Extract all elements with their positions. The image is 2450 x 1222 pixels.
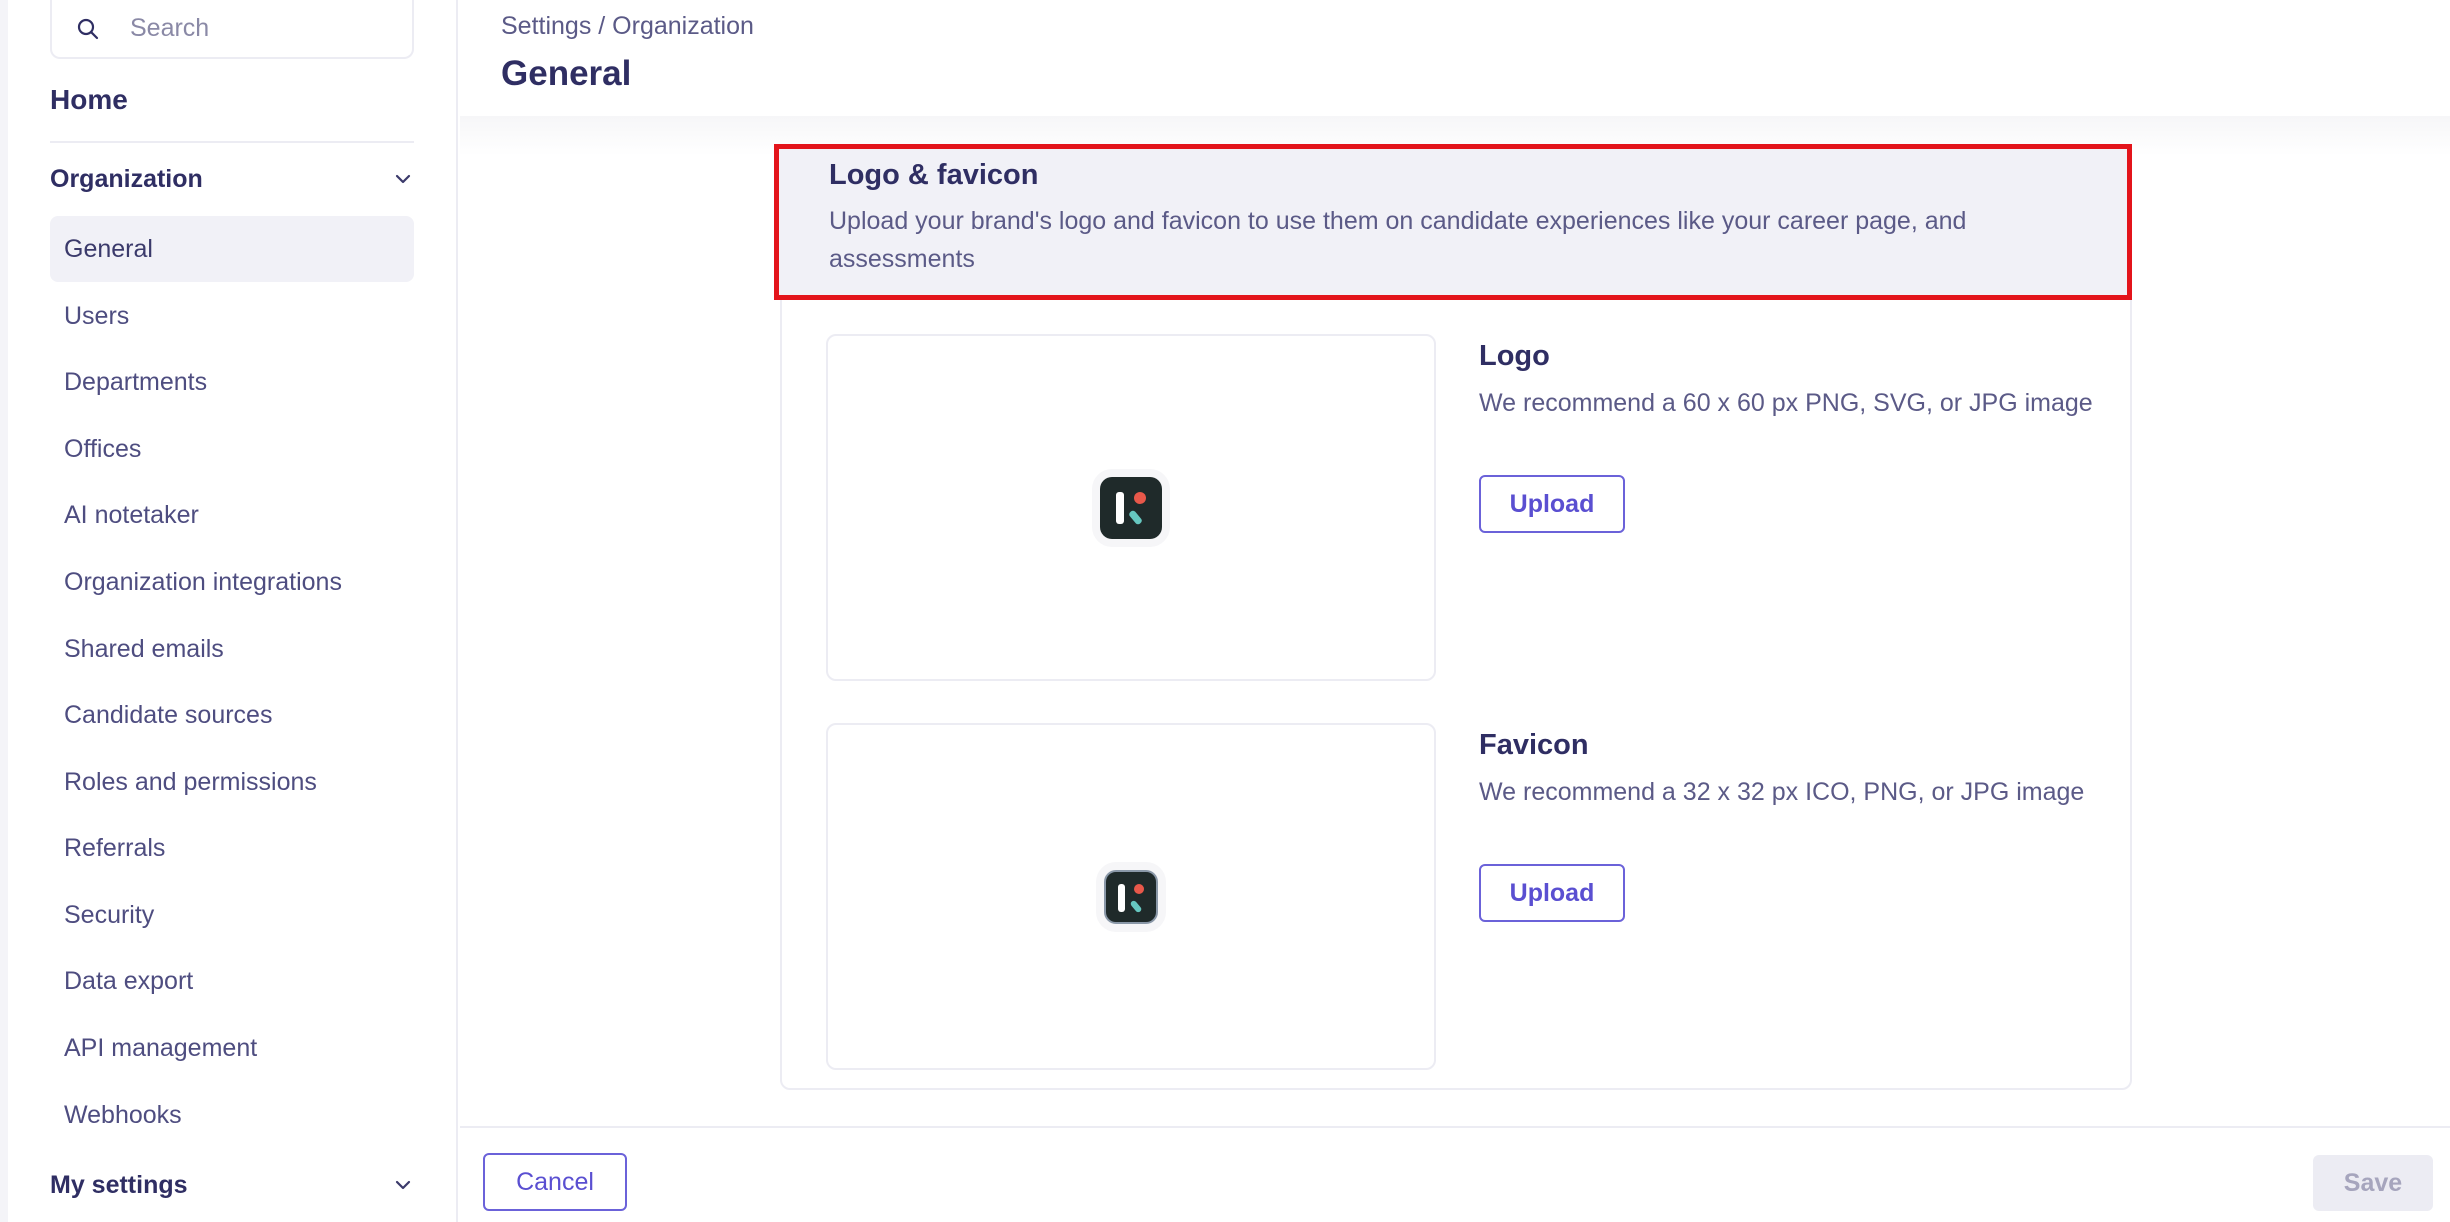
save-button[interactable]: Save: [2313, 1155, 2433, 1211]
sidebar: Home Organization General Users Departme…: [0, 0, 458, 1222]
nav-section-organization[interactable]: Organization: [50, 159, 414, 199]
divider: [50, 141, 414, 143]
sidebar-item-organization-integrations[interactable]: Organization integrations: [50, 549, 414, 615]
sidebar-item-data-export[interactable]: Data export: [50, 948, 414, 1014]
logo-description: We recommend a 60 x 60 px PNG, SVG, or J…: [1479, 389, 2093, 417]
search-box[interactable]: [50, 0, 414, 59]
nav-section-label: Organization: [50, 164, 203, 193]
cancel-button[interactable]: Cancel: [483, 1153, 627, 1211]
favicon-title: Favicon: [1479, 729, 1589, 761]
brand-logo-icon: [1100, 476, 1162, 539]
logo-upload-button[interactable]: Upload: [1479, 475, 1625, 533]
nav-section-my-settings[interactable]: My settings: [50, 1165, 414, 1205]
favicon-description: We recommend a 32 x 32 px ICO, PNG, or J…: [1479, 778, 2085, 806]
sidebar-item-referrals[interactable]: Referrals: [50, 815, 414, 881]
chevron-down-icon: [395, 1180, 411, 1190]
sidebar-item-security[interactable]: Security: [50, 882, 414, 948]
logo-preview: [826, 334, 1436, 681]
footer-bar: [460, 1126, 2450, 1222]
search-icon: [77, 18, 99, 39]
sidebar-item-webhooks[interactable]: Webhooks: [50, 1082, 414, 1148]
sidebar-item-candidate-sources[interactable]: Candidate sources: [50, 682, 414, 748]
nav-home[interactable]: Home: [50, 84, 128, 116]
sidebar-item-offices[interactable]: Offices: [50, 416, 414, 482]
search-input[interactable]: [130, 14, 390, 43]
sidebar-item-departments[interactable]: Departments: [50, 349, 414, 415]
sidebar-item-users[interactable]: Users: [50, 283, 414, 349]
logo-title: Logo: [1479, 340, 1550, 372]
nav-section-label: My settings: [50, 1170, 188, 1199]
favicon-upload-button[interactable]: Upload: [1479, 864, 1625, 922]
page-title: General: [501, 54, 632, 93]
sidebar-item-ai-notetaker[interactable]: AI notetaker: [50, 482, 414, 548]
brand-favicon-icon: [1104, 869, 1158, 924]
card-title: Logo & favicon: [829, 159, 1039, 191]
breadcrumb: Settings / Organization: [501, 12, 754, 40]
sidebar-item-roles-and-permissions[interactable]: Roles and permissions: [50, 749, 414, 815]
card-description: Upload your brand's logo and favicon to …: [829, 207, 1967, 273]
card-header: Logo & favicon Upload your brand's logo …: [774, 144, 2132, 300]
chevron-down-icon: [395, 174, 411, 184]
sidebar-item-general[interactable]: General: [50, 216, 414, 282]
sidebar-item-shared-emails[interactable]: Shared emails: [50, 616, 414, 682]
sidebar-item-api-management[interactable]: API management: [50, 1015, 414, 1081]
favicon-preview: [826, 723, 1436, 1070]
